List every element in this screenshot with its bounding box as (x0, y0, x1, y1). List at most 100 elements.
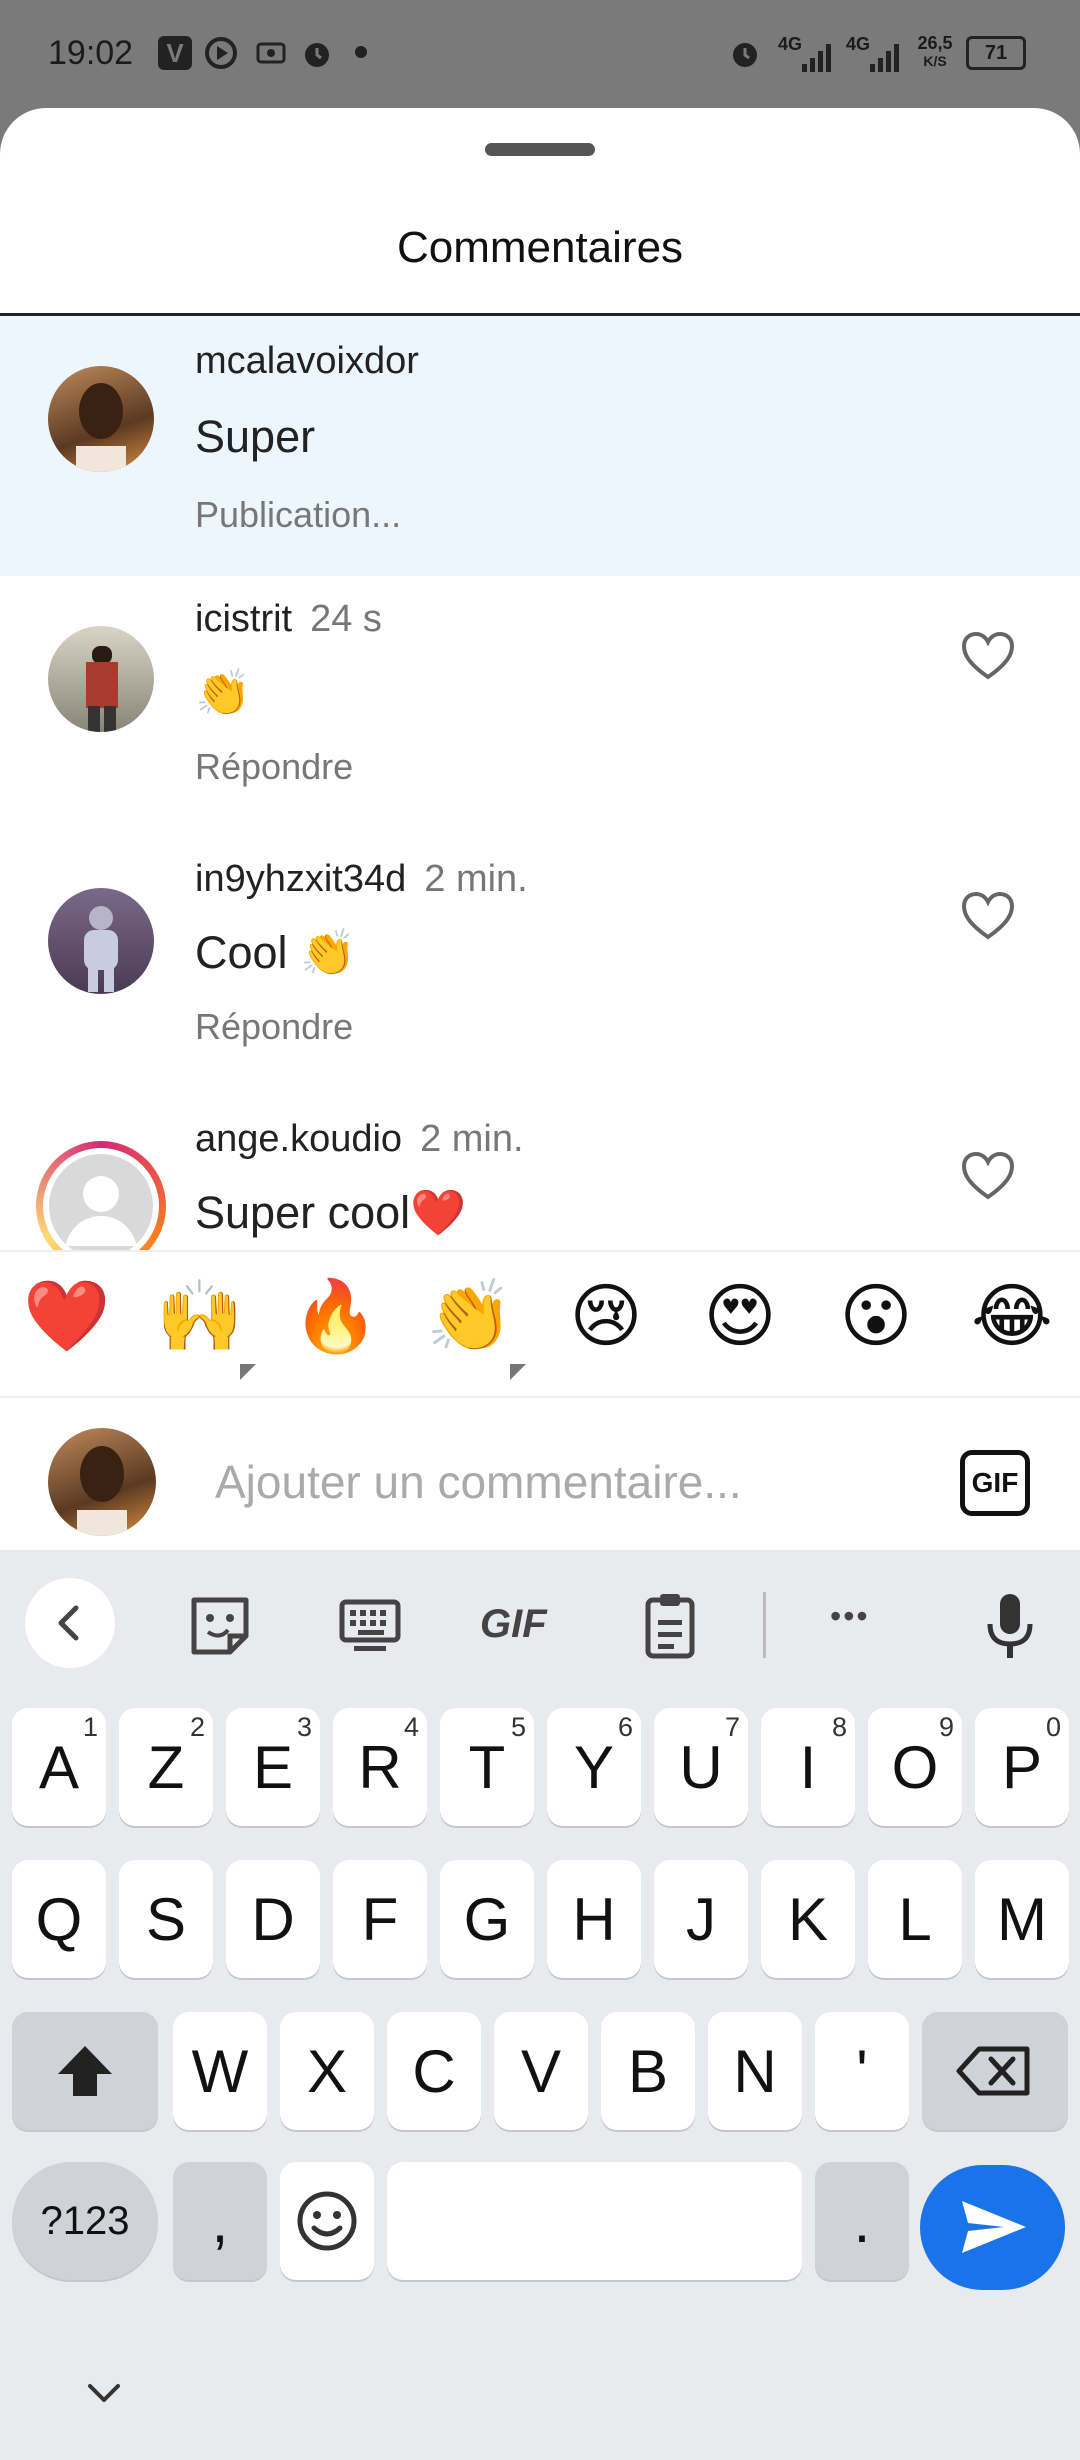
key-apostrophe[interactable]: ' (815, 2012, 909, 2130)
comment-username[interactable]: icistrit 24 s (195, 598, 382, 641)
key-c[interactable]: C (387, 2012, 481, 2130)
signal-icon-b (868, 40, 902, 74)
comment-username[interactable]: mcalavoixdor (195, 340, 419, 383)
comment-time: 24 s (310, 598, 382, 640)
comment-item[interactable]: in9yhzxit34d 2 min. Cool 👏 Répondre (0, 836, 1080, 1096)
keyboard-collapse-icon[interactable] (84, 2380, 124, 2406)
comment-item[interactable]: icistrit 24 s 👏 Répondre (0, 576, 1080, 836)
comment-composer: Ajouter un commentaire... GIF (0, 1400, 1080, 1555)
heart-icon[interactable] (958, 626, 1018, 686)
emoji-heart-eyes[interactable]: 😍 (690, 1276, 790, 1356)
comma-key[interactable]: , (173, 2162, 267, 2280)
key-h[interactable]: H (547, 1860, 641, 1978)
keyboard-icon[interactable] (330, 1586, 410, 1666)
key-g[interactable]: G (440, 1860, 534, 1978)
heart-icon[interactable] (958, 1146, 1018, 1206)
key-k[interactable]: K (761, 1860, 855, 1978)
emoji-crying[interactable]: 😢 (556, 1276, 656, 1356)
comment-username[interactable]: ange.koudio 2 min. (195, 1118, 524, 1161)
key-d[interactable]: D (226, 1860, 320, 1978)
gif-button[interactable]: GIF (960, 1450, 1030, 1516)
key-f[interactable]: F (333, 1860, 427, 1978)
sheet-title: Commentaires (396, 223, 684, 272)
toolbar-divider (763, 1592, 766, 1658)
more-options-button[interactable]: ••• (830, 1598, 870, 1635)
microphone-icon[interactable] (970, 1586, 1050, 1666)
drag-handle[interactable] (485, 143, 595, 156)
emoji-laughing[interactable]: 😂 (962, 1276, 1062, 1356)
signal-icon-a (800, 40, 834, 74)
comment-text: Super (195, 411, 316, 462)
emoji-heart[interactable]: ❤️ (17, 1276, 117, 1356)
send-arrow-icon (962, 2201, 1026, 2253)
key-u[interactable]: U7 (654, 1708, 748, 1826)
alarm-icon-right (728, 36, 762, 70)
soft-keyboard: GIF ••• (0, 1550, 1080, 2460)
user-avatar[interactable] (48, 366, 154, 472)
variant-indicator-icon (240, 1364, 256, 1380)
key-o[interactable]: O9 (868, 1708, 962, 1826)
key-s[interactable]: S (119, 1860, 213, 1978)
emoji-reaction-bar: ❤️ 🙌 🔥 👏 😢 😍 😮 😂 (0, 1250, 1080, 1398)
alarm-icon (300, 36, 334, 70)
key-n[interactable]: N (708, 2012, 802, 2130)
period-key[interactable]: . (815, 2162, 909, 2280)
v-app-icon: V (158, 36, 192, 70)
variant-indicator-icon (510, 1364, 526, 1380)
comment-item[interactable]: ange.koudio 2 min. Super cool❤️ (0, 1096, 1080, 1250)
comment-input[interactable]: Ajouter un commentaire... (215, 1455, 742, 1509)
key-w[interactable]: W (173, 2012, 267, 2130)
emoji-surprised[interactable]: 😮 (826, 1276, 926, 1356)
key-q[interactable]: Q (12, 1860, 106, 1978)
network-speed: 26,5 K/S (917, 33, 953, 69)
key-t[interactable]: T5 (440, 1708, 534, 1826)
key-i[interactable]: I8 (761, 1708, 855, 1826)
key-x[interactable]: X (280, 2012, 374, 2130)
key-z[interactable]: Z2 (119, 1708, 213, 1826)
money-icon (254, 36, 288, 70)
key-e[interactable]: E3 (226, 1708, 320, 1826)
emoji-fire[interactable]: 🔥 (286, 1276, 386, 1356)
emoji-key[interactable] (280, 2162, 374, 2280)
space-key[interactable] (387, 2162, 802, 2280)
gif-toolbar-button[interactable]: GIF (480, 1602, 547, 1647)
key-p[interactable]: P0 (975, 1708, 1069, 1826)
comment-username[interactable]: in9yhzxit34d 2 min. (195, 858, 528, 901)
network-label-a: 4G (778, 34, 803, 54)
key-r[interactable]: R4 (333, 1708, 427, 1826)
comment-text: 👏 (195, 667, 252, 718)
heart-icon[interactable] (958, 886, 1018, 946)
backspace-key[interactable] (922, 2012, 1068, 2130)
comment-text: Super cool❤️ (195, 1187, 467, 1238)
smiley-icon (297, 2191, 357, 2251)
emoji-clapping[interactable]: 👏 (420, 1276, 520, 1356)
user-avatar-story[interactable] (36, 1141, 166, 1250)
symbols-key[interactable]: ?123 (12, 2162, 158, 2280)
key-y[interactable]: Y6 (547, 1708, 641, 1826)
toolbar-back-button[interactable] (25, 1578, 115, 1668)
user-avatar[interactable] (48, 626, 154, 732)
comment-status: Publication... (195, 494, 402, 535)
current-user-avatar (48, 1428, 156, 1536)
comment-item[interactable]: mcalavoixdor Super Publication... (0, 316, 1080, 576)
emoji-raising-hands[interactable]: 🙌 (150, 1276, 250, 1356)
key-b[interactable]: B (601, 2012, 695, 2130)
key-j[interactable]: J (654, 1860, 748, 1978)
comment-time: 2 min. (420, 1118, 524, 1160)
shift-key[interactable] (12, 2012, 158, 2130)
reply-button[interactable]: Répondre (195, 746, 353, 788)
clipboard-icon[interactable] (630, 1586, 710, 1666)
key-a[interactable]: A1 (12, 1708, 106, 1826)
sticker-icon[interactable] (180, 1586, 260, 1666)
status-bar: 19:02 V 4G 4G 26,5 K/S 71 (0, 0, 1080, 108)
battery-icon: 71 (966, 36, 1026, 70)
reply-button[interactable]: Répondre (195, 1006, 353, 1048)
key-v[interactable]: V (494, 2012, 588, 2130)
key-l[interactable]: L (868, 1860, 962, 1978)
comment-time: 2 min. (424, 858, 528, 900)
comments-list[interactable]: mcalavoixdor Super Publication... icistr… (0, 316, 1080, 1250)
key-m[interactable]: M (975, 1860, 1069, 1978)
send-button[interactable] (920, 2165, 1065, 2290)
user-avatar[interactable] (48, 888, 154, 994)
status-time: 19:02 (48, 34, 134, 72)
